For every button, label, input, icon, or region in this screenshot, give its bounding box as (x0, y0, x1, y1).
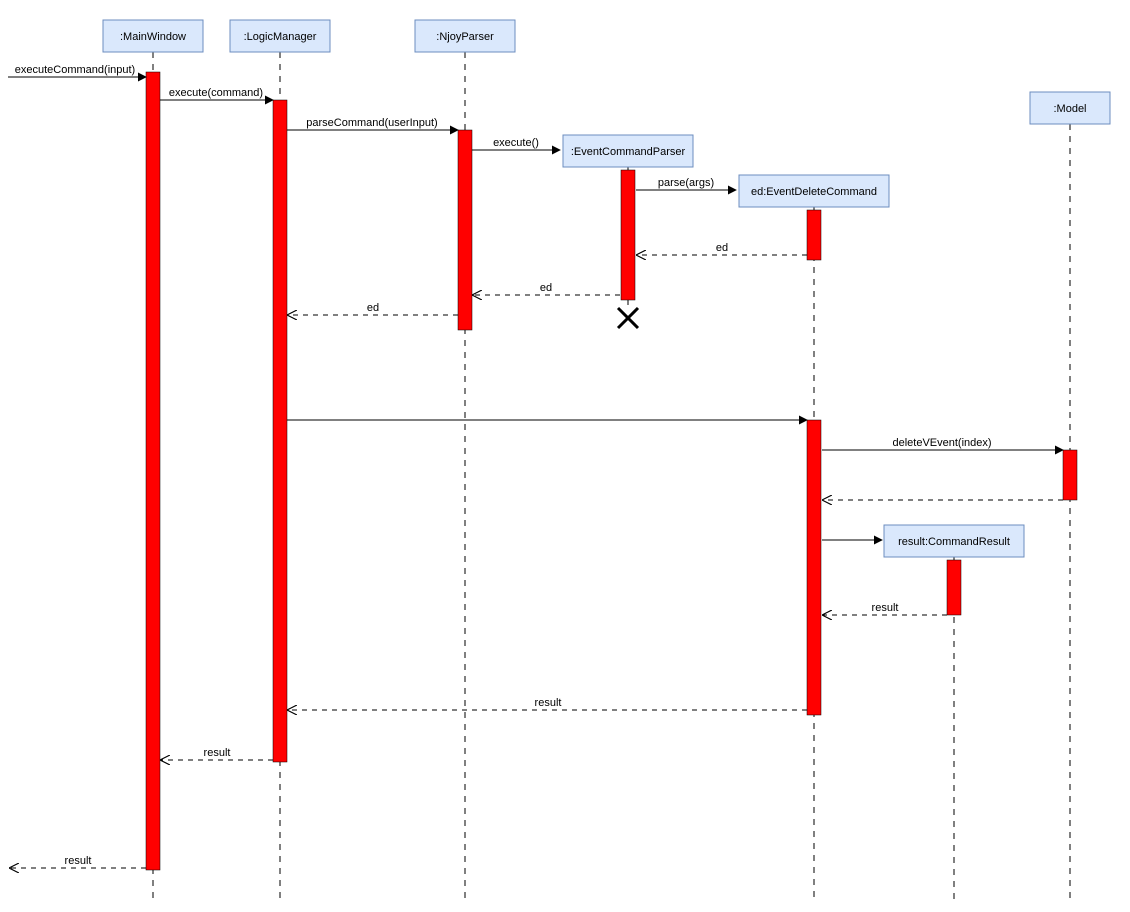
head-commandresult: result:CommandResult (884, 525, 1024, 557)
msg-executeCommand: executeCommand(input) (8, 64, 146, 77)
head-eventdeletecommand: ed:EventDeleteCommand (739, 175, 889, 207)
svg-text:execute(command): execute(command) (169, 87, 263, 99)
msg-return-ed-2: ed (473, 282, 620, 295)
msg-create-eventcommandparser: execute() (472, 137, 560, 150)
head-mainwindow: :MainWindow (103, 20, 203, 52)
msg-return-result-2: result (288, 697, 807, 710)
activation-commandresult (947, 560, 961, 615)
msg-return-result-3: result (161, 747, 273, 760)
msg-return-result-4: result (10, 855, 146, 868)
activation-model (1063, 450, 1077, 500)
svg-text:parseCommand(userInput): parseCommand(userInput) (306, 117, 437, 129)
head-njoyparser: :NjoyParser (415, 20, 515, 52)
activation-eventdeletecommand-2 (807, 420, 821, 715)
svg-text:result: result (872, 602, 899, 614)
svg-text:ed: ed (367, 302, 379, 314)
svg-text::NjoyParser: :NjoyParser (436, 31, 494, 43)
activation-njoyparser (458, 130, 472, 330)
msg-parseCommand: parseCommand(userInput) (287, 117, 458, 130)
activation-logicmanager (273, 100, 287, 762)
svg-text::EventCommandParser: :EventCommandParser (571, 146, 686, 158)
svg-text:result:CommandResult: result:CommandResult (898, 536, 1010, 548)
msg-execute: execute(command) (160, 87, 273, 100)
destroy-eventcommandparser (618, 308, 638, 328)
msg-parse: parse(args) (636, 177, 736, 190)
activation-eventdeletecommand-1 (807, 210, 821, 260)
msg-return-ed-1: ed (637, 242, 807, 255)
svg-text:ed: ed (540, 282, 552, 294)
msg-deleteVEvent: deleteVEvent(index) (822, 437, 1063, 450)
msg-return-ed-3: ed (288, 302, 458, 315)
svg-text:result: result (204, 747, 231, 759)
svg-text:ed: ed (716, 242, 728, 254)
sequence-diagram: :MainWindow :LogicManager :NjoyParser :E… (0, 0, 1130, 912)
svg-text:result: result (65, 855, 92, 867)
svg-text:result: result (535, 697, 562, 709)
head-model: :Model (1030, 92, 1110, 124)
activation-mainwindow (146, 72, 160, 870)
svg-text:deleteVEvent(index): deleteVEvent(index) (892, 437, 991, 449)
svg-text:ed:EventDeleteCommand: ed:EventDeleteCommand (751, 186, 877, 198)
msg-return-result-1: result (823, 602, 947, 615)
svg-text:parse(args): parse(args) (658, 177, 714, 189)
svg-text::MainWindow: :MainWindow (120, 31, 186, 43)
svg-text::Model: :Model (1053, 103, 1086, 115)
svg-text:executeCommand(input): executeCommand(input) (15, 64, 135, 76)
head-logicmanager: :LogicManager (230, 20, 330, 52)
svg-text:execute(): execute() (493, 137, 539, 149)
head-eventcommandparser: :EventCommandParser (563, 135, 693, 167)
svg-text::LogicManager: :LogicManager (244, 31, 317, 43)
activation-eventcommandparser (621, 170, 635, 300)
